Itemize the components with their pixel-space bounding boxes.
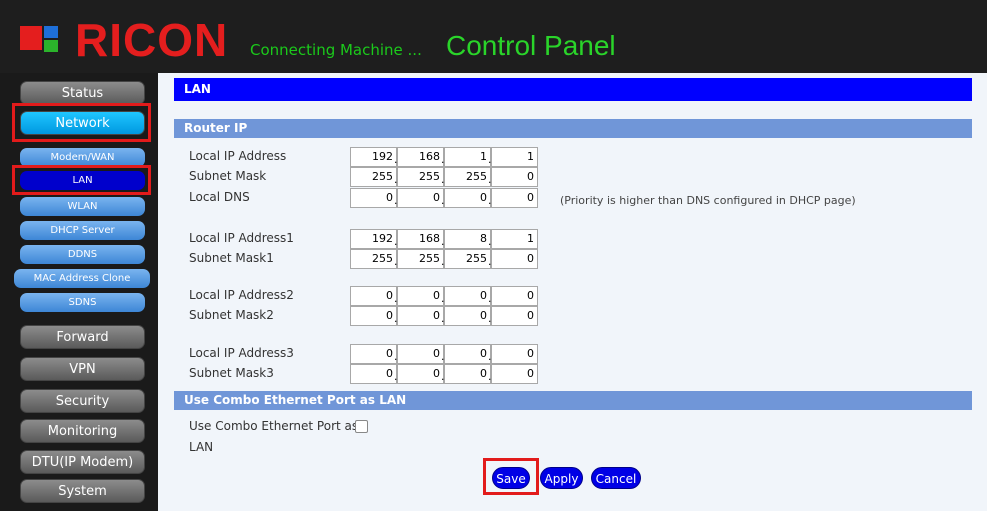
router-ip-section-header: Router IP [174,119,972,138]
combo-section-header: Use Combo Ethernet Port as LAN [174,391,972,410]
main-panel: LAN Router IP Local IP Address 192. 168. 1… [158,73,987,511]
subnet-mask3-label: Subnet Mask3 [189,366,274,380]
sidebar-item-vpn[interactable]: VPN [20,357,145,381]
ip-octet-1[interactable]: 0 [350,306,397,326]
subnet-mask-label: Subnet Mask [189,169,267,183]
local-ip-address1-label: Local IP Address1 [189,231,294,245]
local-dns-label: Local DNS [189,190,250,204]
ip-octet-4[interactable]: 0 [491,167,538,187]
ip-octet-4[interactable]: 0 [491,249,538,269]
local-ip-address-input: 192. 168. 1. 1 [350,147,538,167]
ip-octet-3[interactable]: 8 [444,229,491,249]
subnet-mask2-input: 0.0.0.0 [350,306,538,326]
sidebar-item-status[interactable]: Status [20,81,145,105]
ricon-logo: RICON [20,12,260,68]
subnet-mask3-input: 0.0.0.0 [350,364,538,384]
sidebar: Status Network Modem/WAN LAN WLAN DHCP S… [0,73,158,511]
ip-octet-3[interactable]: 255 [444,249,491,269]
local-ip-address3-label: Local IP Address3 [189,346,294,360]
sidebar-subitem-sdns[interactable]: SDNS [20,293,145,312]
local-ip-address2-label: Local IP Address2 [189,288,294,302]
ip-octet-4[interactable]: 0 [491,344,538,364]
ip-octet-2[interactable]: 0 [397,306,444,326]
ip-octet-1[interactable]: 255 [350,249,397,269]
ip-octet-1[interactable]: 255 [350,167,397,187]
network-highlight-box [12,103,151,142]
dns-priority-note: (Priority is higher than DNS configured … [560,194,856,207]
ip-octet-2[interactable]: 168 [397,147,444,167]
ip-octet-3[interactable]: 255 [444,167,491,187]
ip-octet-1[interactable]: 0 [350,364,397,384]
ip-octet-3[interactable]: 0 [444,188,491,208]
subnet-mask-input: 255. 255. 255. 0 [350,167,538,187]
local-ip-address2-input: 0.0.0.0 [350,286,538,306]
logo-square-green [44,40,58,52]
combo-port-label: Use Combo Ethernet Port as [189,419,359,433]
sidebar-subitem-mac-address-clone[interactable]: MAC Address Clone [14,269,150,288]
ip-octet-2[interactable]: 255 [397,167,444,187]
ip-octet-4[interactable]: 0 [491,306,538,326]
ip-octet-4[interactable]: 0 [491,188,538,208]
ip-octet-4[interactable]: 1 [491,147,538,167]
ip-octet-2[interactable]: 168 [397,229,444,249]
ip-octet-1[interactable]: 0 [350,188,397,208]
logo-square-red [20,26,42,50]
ip-octet-3[interactable]: 0 [444,364,491,384]
apply-button[interactable]: Apply [540,467,583,489]
cancel-button[interactable]: Cancel [591,467,641,489]
ip-octet-2[interactable]: 0 [397,364,444,384]
sidebar-item-monitoring[interactable]: Monitoring [20,419,145,443]
sidebar-subitem-dhcp-server[interactable]: DHCP Server [20,221,145,240]
ip-octet-3[interactable]: 1 [444,147,491,167]
tagline: Connecting Machine ... [250,41,422,59]
logo-text: RICON [75,14,229,66]
sidebar-subitem-wlan[interactable]: WLAN [20,197,145,216]
subnet-mask2-label: Subnet Mask2 [189,308,274,322]
combo-port-label-cont: LAN [189,440,214,454]
sidebar-item-system[interactable]: System [20,479,145,503]
ip-octet-1[interactable]: 0 [350,344,397,364]
header: RICON Connecting Machine ... Control Pan… [0,0,987,73]
ip-octet-3[interactable]: 0 [444,306,491,326]
ip-octet-4[interactable]: 1 [491,229,538,249]
local-ip-address3-input: 0.0.0.0 [350,344,538,364]
ip-octet-1[interactable]: 192 [350,147,397,167]
ip-octet-1[interactable]: 192 [350,229,397,249]
ip-octet-2[interactable]: 0 [397,286,444,306]
sidebar-item-dtu-ip-modem[interactable]: DTU(IP Modem) [20,450,145,474]
local-ip-address-label: Local IP Address [189,149,287,163]
ip-octet-3[interactable]: 0 [444,344,491,364]
subnet-mask1-label: Subnet Mask1 [189,251,274,265]
ip-octet-4[interactable]: 0 [491,364,538,384]
logo-square-blue [44,26,58,38]
combo-port-checkbox[interactable] [355,420,368,433]
ip-octet-1[interactable]: 0 [350,286,397,306]
ip-octet-4[interactable]: 0 [491,286,538,306]
subnet-mask1-input: 255. 255. 255. 0 [350,249,538,269]
sidebar-subitem-ddns[interactable]: DDNS [20,245,145,264]
local-ip-address1-input: 192. 168. 8. 1 [350,229,538,249]
sidebar-item-forward[interactable]: Forward [20,325,145,349]
control-panel-title: Control Panel [446,30,616,61]
ip-octet-2[interactable]: 0 [397,188,444,208]
page-title: LAN [174,78,972,101]
lan-highlight-box [12,165,151,195]
sidebar-item-security[interactable]: Security [20,389,145,413]
ip-octet-3[interactable]: 0 [444,286,491,306]
local-dns-input: 0.0.0.0 [350,188,538,208]
ip-octet-2[interactable]: 255 [397,249,444,269]
save-highlight-box [483,458,539,495]
ip-octet-2[interactable]: 0 [397,344,444,364]
